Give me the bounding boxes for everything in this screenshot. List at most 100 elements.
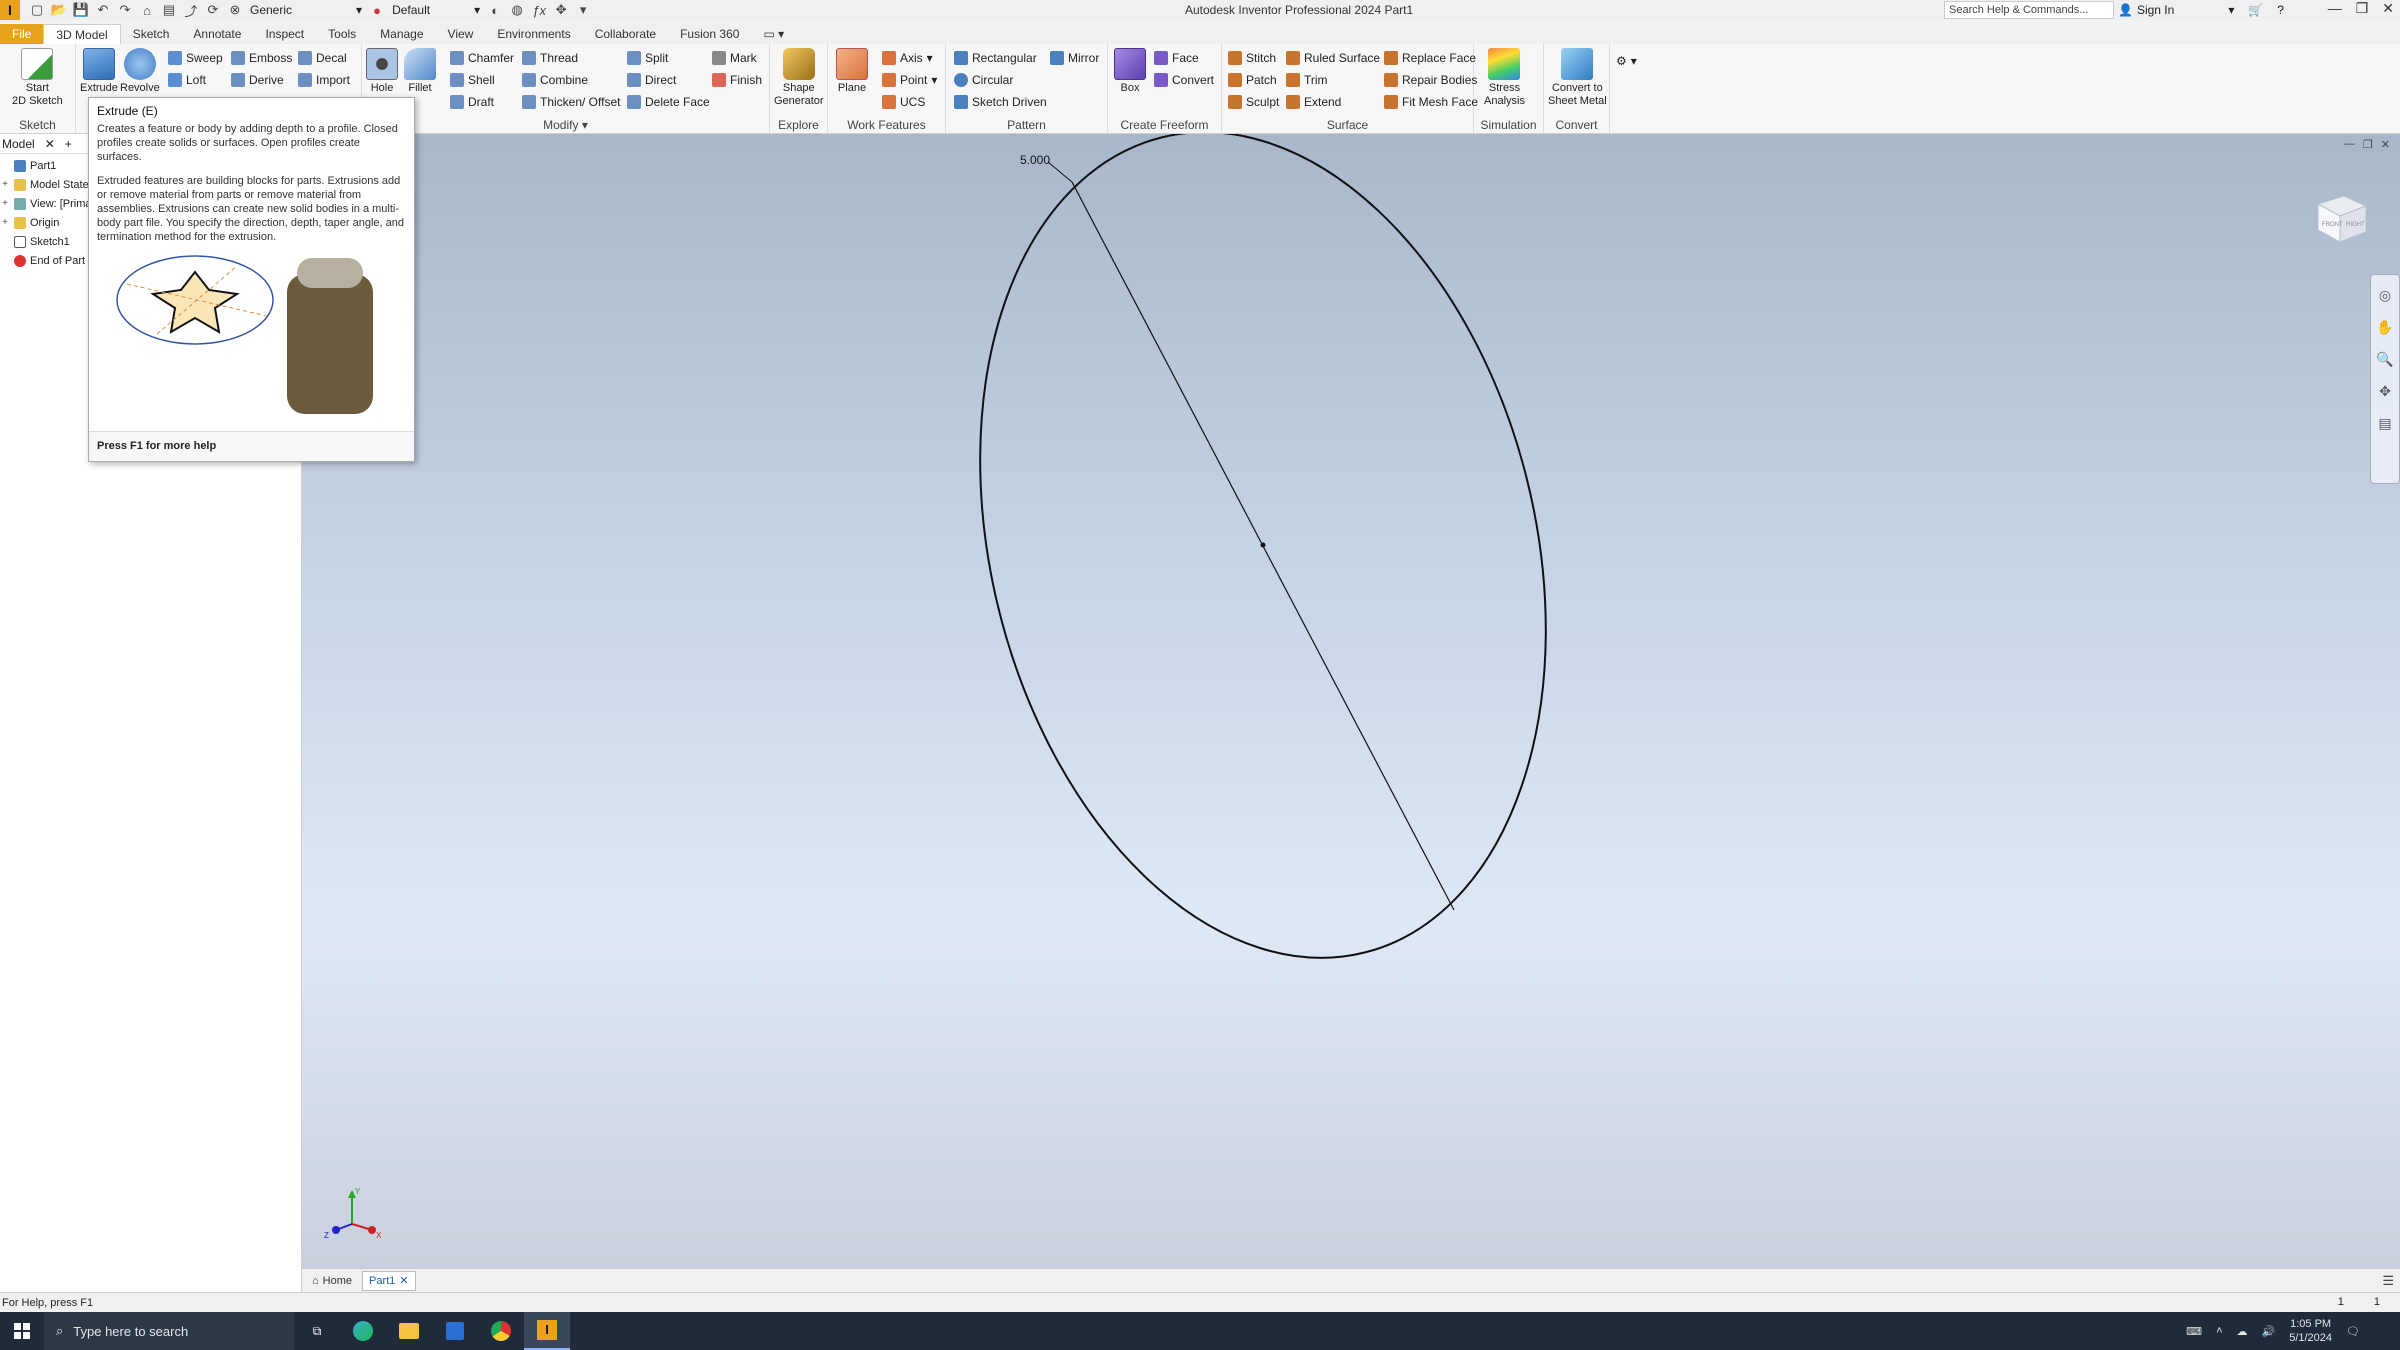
tab-fusion-360[interactable]: Fusion 360 <box>668 24 751 44</box>
fx-icon[interactable]: ƒx <box>530 2 548 18</box>
clear-override-icon[interactable]: ◍ <box>508 2 526 18</box>
projects-icon[interactable]: ▤ <box>160 2 178 18</box>
adjust-icon[interactable]: ◐ <box>486 2 504 18</box>
fit-mesh-face-button[interactable]: Fit Mesh Face <box>1384 93 1478 111</box>
tree-expander[interactable]: + <box>0 198 10 209</box>
tab-tools[interactable]: Tools <box>316 24 368 44</box>
thicken-offset-button[interactable]: Thicken/ Offset <box>522 93 620 111</box>
close-icon[interactable]: ✕ <box>2382 0 2394 17</box>
network-icon[interactable]: ☁ <box>2237 1325 2248 1338</box>
add-browser-icon[interactable]: + <box>65 137 72 151</box>
chamfer-button[interactable]: Chamfer <box>450 49 514 67</box>
customize-qat-icon[interactable]: ▾ <box>574 2 592 18</box>
sketch-driven-pattern-button[interactable]: Sketch Driven <box>954 93 1047 111</box>
ucs-button[interactable]: UCS <box>882 93 925 111</box>
rectangular-pattern-button[interactable]: Rectangular <box>954 49 1037 67</box>
ribbon-options-button[interactable]: ⚙ ▾ <box>1616 52 1637 70</box>
axis-button[interactable]: Axis ▾ <box>882 49 933 67</box>
dimension-label[interactable]: 5.000 <box>1020 153 1050 167</box>
store-icon[interactable] <box>432 1312 478 1350</box>
revolve-button[interactable]: Revolve <box>120 48 160 95</box>
save-icon[interactable]: 💾 <box>72 2 90 18</box>
emboss-button[interactable]: Emboss <box>231 49 292 67</box>
material-dropdown[interactable]: Generic ▾ <box>246 2 366 18</box>
volume-icon[interactable]: 🔊 <box>2262 1325 2276 1338</box>
doc-tab-home[interactable]: ⌂ Home <box>306 1271 358 1291</box>
sweep-button[interactable]: Sweep <box>168 49 223 67</box>
doc-tab-part1[interactable]: Part1 ✕ <box>362 1270 416 1291</box>
tab-manage[interactable]: Manage <box>368 24 435 44</box>
draft-button[interactable]: Draft <box>450 93 494 111</box>
task-view-icon[interactable]: ⧉ <box>294 1312 340 1350</box>
file-explorer-icon[interactable] <box>386 1312 432 1350</box>
split-button[interactable]: Split <box>627 49 668 67</box>
tab-view[interactable]: View <box>436 24 486 44</box>
shape-generator-button[interactable]: Shape Generator <box>774 48 824 108</box>
sculpt-button[interactable]: Sculpt <box>1228 93 1279 111</box>
modify-group-label[interactable]: Modify ▾ <box>362 118 769 132</box>
inventor-taskbar-icon[interactable]: I <box>524 1312 570 1350</box>
stress-analysis-button[interactable]: Stress Analysis <box>1484 48 1525 108</box>
viewport-minimize-icon[interactable]: — <box>2344 138 2355 151</box>
tab-menu-icon[interactable]: ☰ <box>2382 1273 2394 1289</box>
minimize-icon[interactable]: — <box>2328 0 2342 17</box>
replace-face-button[interactable]: Replace Face <box>1384 49 1476 67</box>
return-icon[interactable]: ⤴ <box>182 2 200 19</box>
tab-environments[interactable]: Environments <box>485 24 582 44</box>
start-2d-sketch-button[interactable]: Start 2D Sketch <box>12 48 63 108</box>
stitch-button[interactable]: Stitch <box>1228 49 1276 67</box>
convert-freeform-button[interactable]: Convert <box>1154 71 1214 89</box>
tree-expander[interactable]: + <box>0 217 10 228</box>
extrude-button[interactable]: Extrude <box>80 48 118 95</box>
tab-3d-model[interactable]: 3D Model <box>43 24 121 44</box>
close-tab-icon[interactable]: ✕ <box>399 1274 408 1287</box>
chrome-icon[interactable] <box>478 1312 524 1350</box>
select-icon[interactable]: ⊗ <box>226 2 244 18</box>
measure-icon[interactable]: ✥ <box>552 2 570 18</box>
trim-button[interactable]: Trim <box>1286 71 1328 89</box>
restore-icon[interactable]: ❐ <box>2356 0 2369 17</box>
tab-file[interactable]: File <box>0 24 44 44</box>
zoom-icon[interactable]: 🔍 <box>2376 351 2394 369</box>
viewport-close-icon[interactable]: ✕ <box>2381 138 2390 151</box>
tab-sketch[interactable]: Sketch <box>121 24 182 44</box>
help-icon[interactable]: ? <box>2277 3 2284 17</box>
extend-button[interactable]: Extend <box>1286 93 1341 111</box>
center-point[interactable] <box>1260 542 1266 548</box>
new-file-icon[interactable]: ▢ <box>28 2 46 18</box>
mark-button[interactable]: Mark <box>712 49 757 67</box>
undo-icon[interactable]: ↶ <box>94 2 112 18</box>
viewport-restore-icon[interactable]: ❐ <box>2363 138 2373 151</box>
delete-face-button[interactable]: Delete Face <box>627 93 710 111</box>
derive-button[interactable]: Derive <box>231 71 284 89</box>
direct-button[interactable]: Direct <box>627 71 676 89</box>
mirror-button[interactable]: Mirror <box>1050 49 1099 67</box>
repair-bodies-button[interactable]: Repair Bodies <box>1384 71 1477 89</box>
shell-button[interactable]: Shell <box>450 71 495 89</box>
sketch-circle[interactable] <box>897 134 1628 1018</box>
finish-button[interactable]: Finish <box>712 71 762 89</box>
help-search-input[interactable]: Search Help & Commands... <box>1944 1 2114 19</box>
box-button[interactable]: Box <box>1114 48 1146 95</box>
pan-icon[interactable]: ✋ <box>2376 319 2394 337</box>
patch-button[interactable]: Patch <box>1228 71 1277 89</box>
face-button[interactable]: Face <box>1154 49 1199 67</box>
hole-button[interactable]: Hole <box>366 48 398 95</box>
tab-annotate[interactable]: Annotate <box>181 24 253 44</box>
home-icon[interactable]: ⌂ <box>138 2 156 18</box>
tree-expander[interactable]: + <box>0 179 10 190</box>
tray-expand-icon[interactable]: ˄ <box>2216 1325 2222 1337</box>
tab-inspect[interactable]: Inspect <box>253 24 316 44</box>
viewcube[interactable]: FRONT RIGHT <box>2310 186 2372 248</box>
open-file-icon[interactable]: 📂 <box>50 2 68 18</box>
inventor-logo[interactable]: I <box>0 0 20 20</box>
update-icon[interactable]: ⟳ <box>204 2 222 18</box>
ruled-surface-button[interactable]: Ruled Surface <box>1286 49 1380 67</box>
taskbar-search[interactable]: ⌕ Type here to search <box>44 1312 294 1350</box>
sign-in-button[interactable]: 👤 Sign In ▾ 🛒? <box>2118 3 2284 17</box>
decal-button[interactable]: Decal <box>298 49 347 67</box>
combine-button[interactable]: Combine <box>522 71 588 89</box>
thread-button[interactable]: Thread <box>522 49 578 67</box>
sketch-canvas[interactable]: 5.000 <box>302 134 2400 1268</box>
import-button[interactable]: Import <box>298 71 350 89</box>
